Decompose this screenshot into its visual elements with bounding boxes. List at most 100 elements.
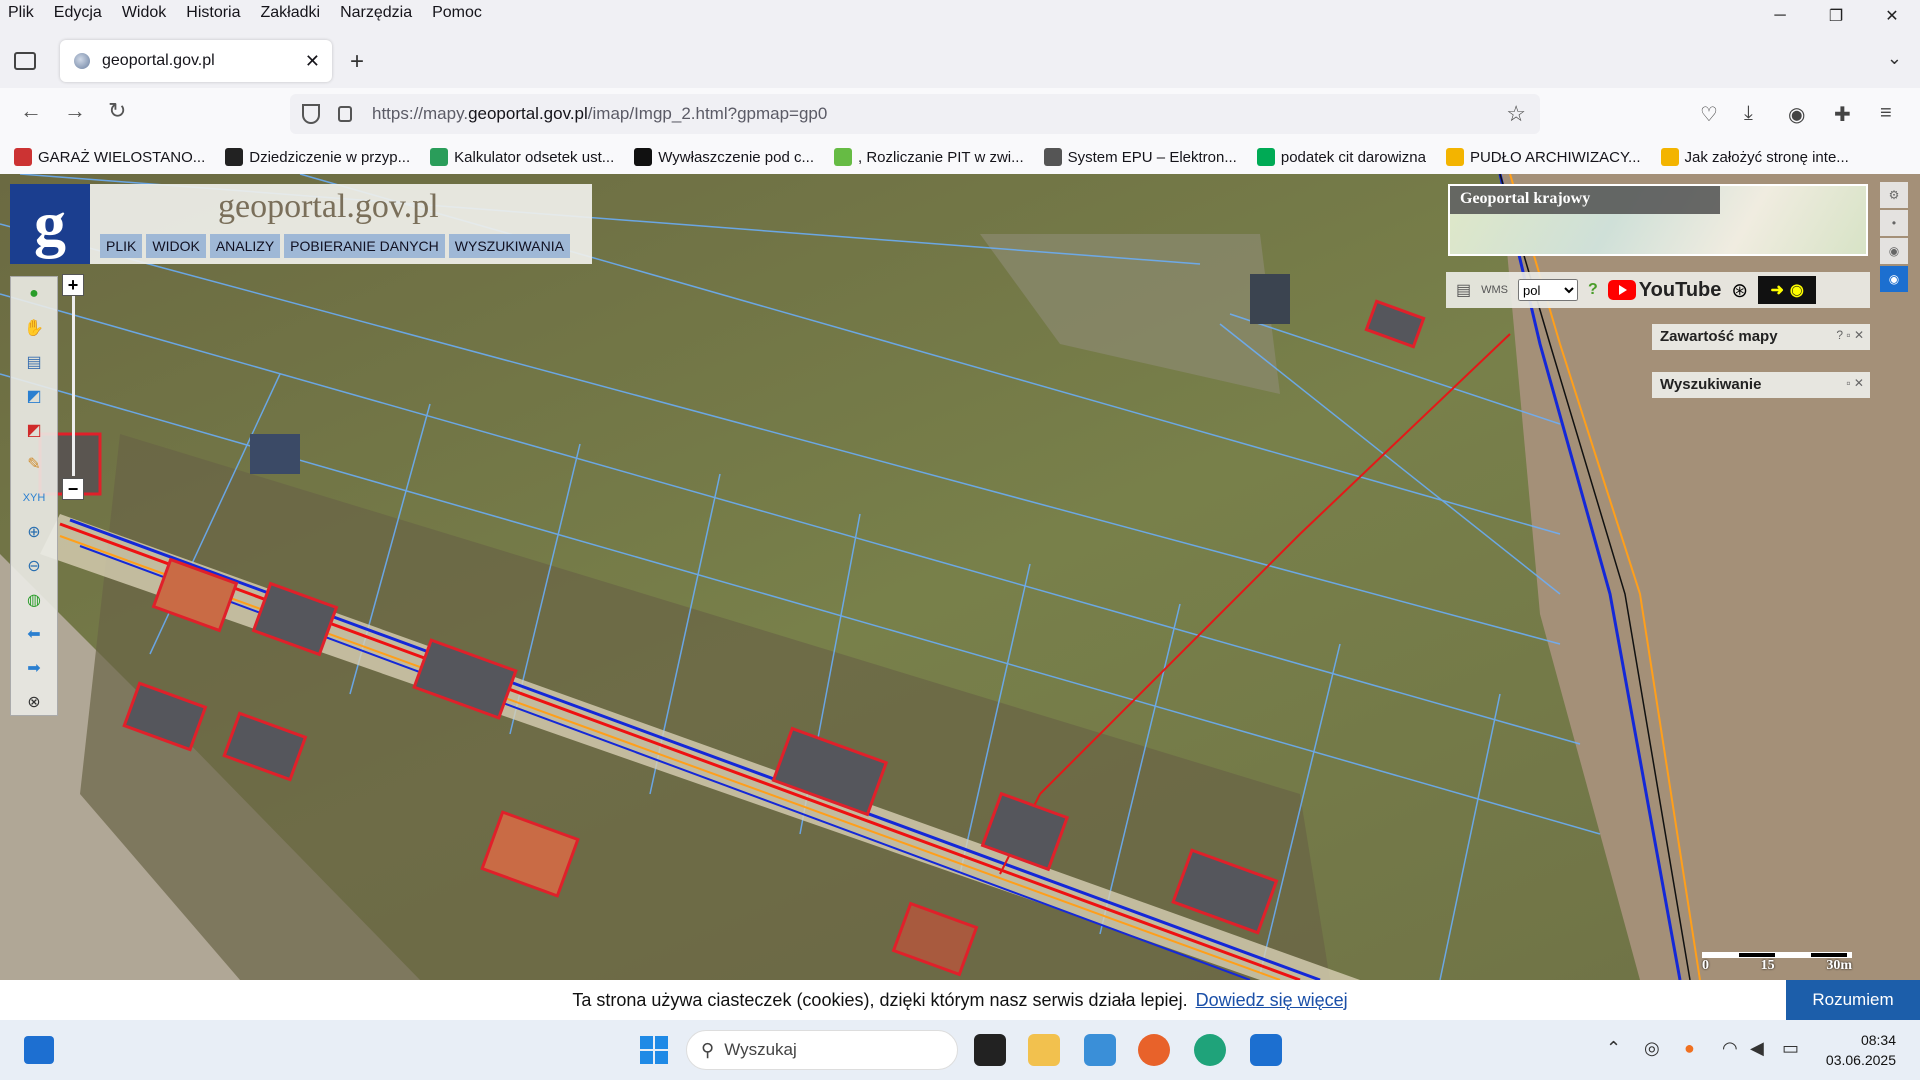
geoportal-top-menu: PLIK WIDOK ANALIZY POBIERANIE DANYCH WYS… (100, 234, 570, 258)
start-icon[interactable] (640, 1036, 668, 1064)
widgets-icon[interactable] (24, 1036, 54, 1064)
bookmark-item[interactable]: Kalkulator odsetek ust... (430, 148, 614, 166)
account-icon[interactable]: ◉ (1788, 102, 1805, 127)
volume-icon[interactable]: ◀ (1750, 1038, 1764, 1059)
close-tab-icon[interactable]: ✕ (305, 51, 320, 72)
select-red-icon[interactable]: ◩ (11, 413, 57, 447)
zoom-in-icon[interactable]: ⊕ (11, 515, 57, 549)
scale-label-15: 15 (1760, 958, 1775, 973)
tab-geoportal[interactable]: geoportal.gov.pl ✕ (60, 40, 332, 82)
search-panel[interactable]: Wyszukiwanie ▫ ✕ (1652, 372, 1870, 398)
overview-map[interactable]: Geoportal krajowy (1448, 184, 1868, 256)
menu-edycja[interactable]: Edycja (44, 4, 112, 22)
bookmark-item[interactable]: Jak założyć stronę inte... (1660, 148, 1849, 166)
map-viewport[interactable]: g geoportal.gov.pl PLIK WIDOK ANALIZY PO… (0, 174, 1920, 980)
geoportal-logo[interactable]: g (10, 184, 90, 264)
app-icon[interactable] (1084, 1034, 1116, 1066)
bookmark-star-icon[interactable]: ☆ (1506, 101, 1526, 127)
menu-historia[interactable]: Historia (176, 4, 250, 22)
forward-arrow-icon[interactable]: ➡ (11, 651, 57, 685)
zoom-out-icon[interactable]: ⊖ (11, 549, 57, 583)
tray-app-icon[interactable]: ◎ (1644, 1038, 1660, 1059)
clear-icon[interactable]: ⊗ (11, 685, 57, 719)
lock-icon[interactable] (338, 106, 352, 122)
menu-pomoc[interactable]: Pomoc (422, 4, 492, 22)
zoom-plus-button[interactable]: + (62, 274, 84, 296)
reload-icon[interactable]: ↻ (108, 98, 126, 124)
tray-chevron-icon[interactable]: ⌃ (1606, 1038, 1621, 1059)
menu-plik-button[interactable]: PLIK (100, 234, 143, 258)
extensions-icon[interactable]: ✚ (1834, 102, 1851, 127)
print-icon[interactable]: ▤ (1456, 280, 1471, 300)
task-view-icon[interactable] (974, 1034, 1006, 1066)
accessibility-icon[interactable]: ⊛ (1731, 278, 1748, 303)
bookmark-item[interactable]: PUDŁO ARCHIWIZACY... (1445, 148, 1641, 166)
bookmark-item[interactable]: , Rozliczanie PIT w zwi... (834, 148, 1024, 166)
chevron-down-icon[interactable]: ⌄ (1887, 48, 1902, 69)
dot-icon[interactable]: • (1880, 210, 1908, 236)
edge-icon[interactable] (1194, 1034, 1226, 1066)
taskbar-search[interactable]: ⚲ Wyszukaj (686, 1030, 958, 1070)
bookmark-label: Kalkulator odsetek ust... (454, 148, 615, 166)
pocket-icon[interactable]: ♡ (1700, 102, 1718, 127)
pan-hand-icon[interactable]: ✋ (11, 311, 57, 345)
new-tab-icon[interactable]: + (350, 48, 364, 76)
menu-pobieranie-button[interactable]: POBIERANIE DANYCH (284, 234, 445, 258)
help-icon[interactable]: ? (1588, 281, 1598, 299)
select-area-icon[interactable]: ◩ (11, 379, 57, 413)
back-arrow-icon[interactable]: ⬅ (11, 617, 57, 651)
info-icon[interactable]: ● (11, 277, 57, 311)
battery-icon[interactable]: ▭ (1782, 1038, 1799, 1059)
menu-zakladki[interactable]: Zakładki (251, 4, 331, 22)
address-bar[interactable]: https://mapy.geoportal.gov.pl/imap/Imgp_… (290, 94, 1540, 134)
hamburger-menu-icon[interactable]: ≡ (1880, 102, 1892, 125)
cookie-more-link[interactable]: Dowiedz się więcej (1196, 990, 1348, 1011)
word-icon[interactable] (1250, 1034, 1282, 1066)
wifi-icon[interactable]: ◠ (1722, 1038, 1738, 1059)
url-text[interactable]: https://mapy.geoportal.gov.pl/imap/Imgp_… (372, 104, 827, 124)
menu-analizy-button[interactable]: ANALIZY (209, 234, 281, 258)
youtube-link[interactable]: YouTube (1607, 279, 1721, 302)
menu-widok[interactable]: Widok (112, 4, 176, 22)
contrast-toggle[interactable]: ➜ ◉ (1758, 276, 1817, 304)
globe-icon[interactable]: ◍ (11, 583, 57, 617)
firefox-icon[interactable] (1138, 1034, 1170, 1066)
bookmark-item[interactable]: Wywłaszczenie pod c... (634, 148, 814, 166)
language-select[interactable]: pol (1518, 279, 1579, 301)
shield-icon[interactable] (302, 104, 320, 124)
zoom-minus-button[interactable]: − (62, 478, 84, 500)
bookmark-favicon-icon (634, 148, 653, 166)
bookmark-item[interactable]: GARAŻ WIELOSTANO... (14, 148, 205, 166)
geoportal-header: g geoportal.gov.pl PLIK WIDOK ANALIZY PO… (10, 184, 592, 264)
forward-icon[interactable]: → (64, 98, 86, 124)
menu-plik[interactable]: Plik (0, 4, 44, 22)
tab-list-icon[interactable] (14, 52, 36, 70)
bookmark-item[interactable]: podatek cit darowizna (1256, 148, 1426, 166)
bookmark-favicon-icon (14, 148, 32, 166)
cookie-accept-button[interactable]: Rozumiem (1786, 980, 1920, 1020)
bookmark-item[interactable]: Dziedziczenie w przyp... (225, 148, 410, 166)
settings-icon[interactable]: ⚙ (1880, 182, 1908, 208)
menu-widok-button[interactable]: WIDOK (146, 234, 206, 258)
zoom-slider[interactable]: + − (62, 274, 84, 504)
legend-icon[interactable]: ▤ (11, 345, 57, 379)
map-content-panel[interactable]: Zawartość mapy? ▫ ✕ (1652, 324, 1870, 350)
bookmark-item[interactable]: System EPU – Elektron... (1043, 148, 1237, 166)
clock[interactable]: 08:34 03.06.2025 (1826, 1030, 1896, 1070)
menu-narzedzia[interactable]: Narzędzia (330, 4, 422, 22)
file-explorer-icon[interactable] (1028, 1034, 1060, 1066)
clock-time: 08:34 (1860, 1032, 1896, 1048)
download-icon[interactable]: ⤓ (1744, 102, 1753, 125)
taskbar: ⚲ Wyszukaj ⌃ ◎ ● ◠ ◀ ▭ 08:34 03.06.2025 (0, 1020, 1920, 1080)
zoom-track[interactable] (72, 296, 75, 476)
menu-wyszukiwania-button[interactable]: WYSZUKIWANIA (448, 234, 570, 258)
bookmark-label: Jak założyć stronę inte... (1684, 148, 1849, 166)
wms-icon[interactable]: WMS (1481, 284, 1508, 296)
overview-label: Geoportal krajowy (1450, 186, 1720, 214)
back-icon[interactable]: ← (20, 98, 42, 124)
tray-avast-icon[interactable]: ● (1684, 1038, 1695, 1059)
eye-blue-icon[interactable]: ◉ (1880, 266, 1908, 292)
pencil-icon[interactable]: ✎ (11, 447, 57, 481)
eye-small-icon[interactable]: ◉ (1880, 238, 1908, 264)
xyh-icon[interactable]: XYH (11, 481, 57, 515)
